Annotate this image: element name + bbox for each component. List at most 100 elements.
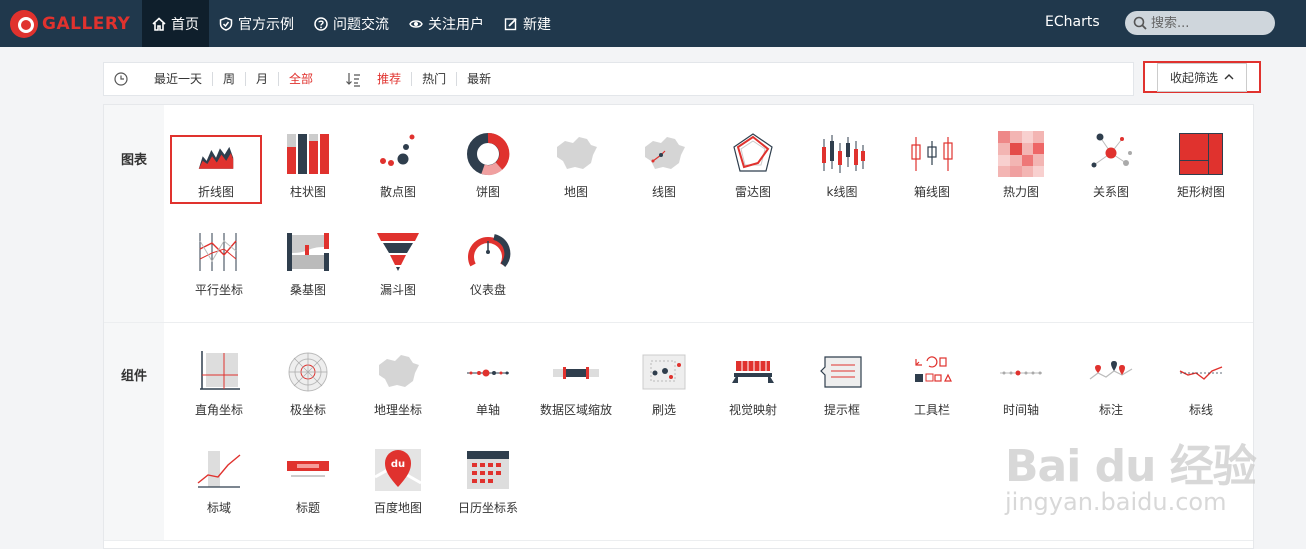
chart-type-candlestick[interactable]: k线图 bbox=[797, 131, 887, 229]
component-label: 时间轴 bbox=[1002, 403, 1039, 417]
cartesian-icon bbox=[200, 351, 240, 390]
main-nav: 首页 官方示例 问题交流 关注用户 新建 bbox=[142, 0, 561, 47]
chart-type-label: 散点图 bbox=[379, 185, 416, 199]
markarea-icon bbox=[197, 451, 241, 488]
polar-icon bbox=[288, 352, 328, 392]
gallery-logo[interactable]: GALLERY bbox=[10, 9, 130, 39]
chart-type-label: 平行坐标 bbox=[194, 283, 243, 297]
filter-month[interactable]: 月 bbox=[246, 72, 280, 86]
component-label: 地理坐标 bbox=[373, 403, 422, 417]
chart-type-label: 柱状图 bbox=[289, 185, 326, 199]
component-title[interactable]: 标题 bbox=[263, 447, 353, 545]
edit-icon bbox=[504, 17, 518, 31]
chart-type-map[interactable]: 地图 bbox=[531, 131, 621, 229]
chart-type-graph[interactable]: 关系图 bbox=[1066, 131, 1156, 229]
chart-type-radar[interactable]: 雷达图 bbox=[708, 131, 798, 229]
sort-hot[interactable]: 热门 bbox=[412, 72, 458, 86]
sort-latest[interactable]: 最新 bbox=[457, 72, 501, 86]
component-label: 数据区域缩放 bbox=[539, 403, 612, 417]
scatter-chart-icon bbox=[380, 134, 415, 166]
filter-last-day[interactable]: 最近一天 bbox=[144, 72, 214, 86]
line-chart-icon bbox=[198, 146, 234, 169]
gauge-chart-icon bbox=[468, 234, 511, 268]
chart-type-heatmap[interactable]: 热力图 bbox=[976, 131, 1066, 229]
component-markarea[interactable]: 标域 bbox=[174, 447, 264, 545]
filter-all[interactable]: 全部 bbox=[279, 72, 323, 86]
eye-icon bbox=[409, 17, 423, 31]
search-icon bbox=[1133, 16, 1147, 30]
clock-icon bbox=[114, 72, 128, 86]
component-label: 直角坐标 bbox=[194, 403, 243, 417]
question-icon bbox=[314, 16, 328, 31]
watermark-main: Bai du 经验 bbox=[1005, 441, 1257, 492]
chart-type-lines[interactable]: 线图 bbox=[619, 131, 709, 229]
component-polar[interactable]: 极坐标 bbox=[263, 349, 353, 447]
chevron-up-icon bbox=[1224, 74, 1234, 80]
sort-recommended[interactable]: 推荐 bbox=[367, 72, 413, 86]
search-box[interactable] bbox=[1125, 11, 1275, 35]
pie-chart-icon bbox=[467, 133, 510, 176]
component-label: 百度地图 bbox=[373, 501, 422, 515]
echarts-link[interactable]: ECharts bbox=[1045, 14, 1100, 30]
component-brush[interactable]: 刷选 bbox=[619, 349, 709, 447]
chart-type-label: 折线图 bbox=[197, 185, 234, 199]
nav-home[interactable]: 首页 bbox=[142, 0, 209, 47]
component-label: 提示框 bbox=[823, 403, 860, 417]
component-datazoom[interactable]: 数据区域缩放 bbox=[531, 349, 621, 447]
chart-type-scatter[interactable]: 散点图 bbox=[353, 131, 443, 229]
calendar-icon bbox=[467, 451, 509, 489]
chart-type-sankey[interactable]: 桑基图 bbox=[263, 229, 353, 327]
chart-type-bar[interactable]: 柱状图 bbox=[263, 131, 353, 229]
component-tooltip[interactable]: 提示框 bbox=[797, 349, 887, 447]
chart-type-label: 矩形树图 bbox=[1176, 185, 1225, 199]
chart-type-pie[interactable]: 饼图 bbox=[443, 131, 533, 229]
filter-bar: 最近一天 周 月 全部 推荐 热门 最新 bbox=[103, 62, 1134, 96]
component-bmap[interactable]: du 百度地图 bbox=[353, 447, 443, 545]
component-grid[interactable]: 直角坐标 bbox=[174, 349, 264, 447]
logo-text: GALLERY bbox=[42, 14, 131, 34]
nav-questions-label: 问题交流 bbox=[333, 16, 389, 33]
chart-type-gauge[interactable]: 仪表盘 bbox=[443, 229, 533, 327]
lines-chart-icon bbox=[645, 137, 685, 169]
boxplot-chart-icon bbox=[911, 137, 953, 171]
component-label: 日历坐标系 bbox=[457, 501, 518, 515]
component-geo[interactable]: 地理坐标 bbox=[353, 349, 443, 447]
chart-type-line[interactable]: 折线图 bbox=[170, 135, 262, 204]
chart-type-label: 地图 bbox=[563, 185, 588, 199]
brush-icon bbox=[642, 354, 686, 390]
component-label: 标注 bbox=[1098, 403, 1123, 417]
component-label: 视觉映射 bbox=[728, 403, 777, 417]
collapse-filter-button[interactable]: 收起筛选 bbox=[1143, 61, 1261, 93]
radar-chart-icon bbox=[733, 133, 773, 172]
nav-questions[interactable]: 问题交流 bbox=[304, 0, 399, 47]
watermark-sub: jingyan.baidu.com bbox=[1005, 488, 1227, 516]
chart-type-boxplot[interactable]: 箱线图 bbox=[887, 131, 977, 229]
chart-type-label: 关系图 bbox=[1092, 185, 1129, 199]
geo-icon bbox=[379, 355, 419, 387]
nav-official-examples[interactable]: 官方示例 bbox=[209, 0, 304, 47]
nav-home-label: 首页 bbox=[171, 16, 199, 33]
chart-type-funnel[interactable]: 漏斗图 bbox=[353, 229, 443, 327]
nav-followed-users[interactable]: 关注用户 bbox=[399, 0, 494, 47]
baidu-map-icon: du bbox=[374, 449, 422, 491]
component-toolbox[interactable]: 工具栏 bbox=[887, 349, 977, 447]
title-icon bbox=[287, 461, 329, 477]
component-visualmap[interactable]: 视觉映射 bbox=[708, 349, 798, 447]
components-section-title: 组件 bbox=[120, 369, 147, 384]
component-label: 标线 bbox=[1188, 403, 1213, 417]
nav-new[interactable]: 新建 bbox=[494, 0, 561, 47]
nav-followed-users-label: 关注用户 bbox=[428, 16, 484, 33]
markline-icon bbox=[1179, 366, 1223, 380]
nav-new-label: 新建 bbox=[523, 16, 551, 33]
search-input[interactable] bbox=[1151, 15, 1261, 31]
candlestick-chart-icon bbox=[822, 135, 865, 173]
chart-type-label: 桑基图 bbox=[289, 283, 326, 297]
chart-type-parallel[interactable]: 平行坐标 bbox=[174, 229, 264, 327]
datazoom-icon bbox=[553, 367, 599, 379]
component-label: 刷选 bbox=[651, 403, 676, 417]
collapse-filter-inner: 收起筛选 bbox=[1156, 62, 1247, 92]
filter-week[interactable]: 周 bbox=[213, 72, 247, 86]
component-calendar[interactable]: 日历坐标系 bbox=[443, 447, 533, 545]
component-single-axis[interactable]: 单轴 bbox=[443, 349, 533, 447]
chart-type-treemap[interactable]: 矩形树图 bbox=[1156, 131, 1246, 229]
